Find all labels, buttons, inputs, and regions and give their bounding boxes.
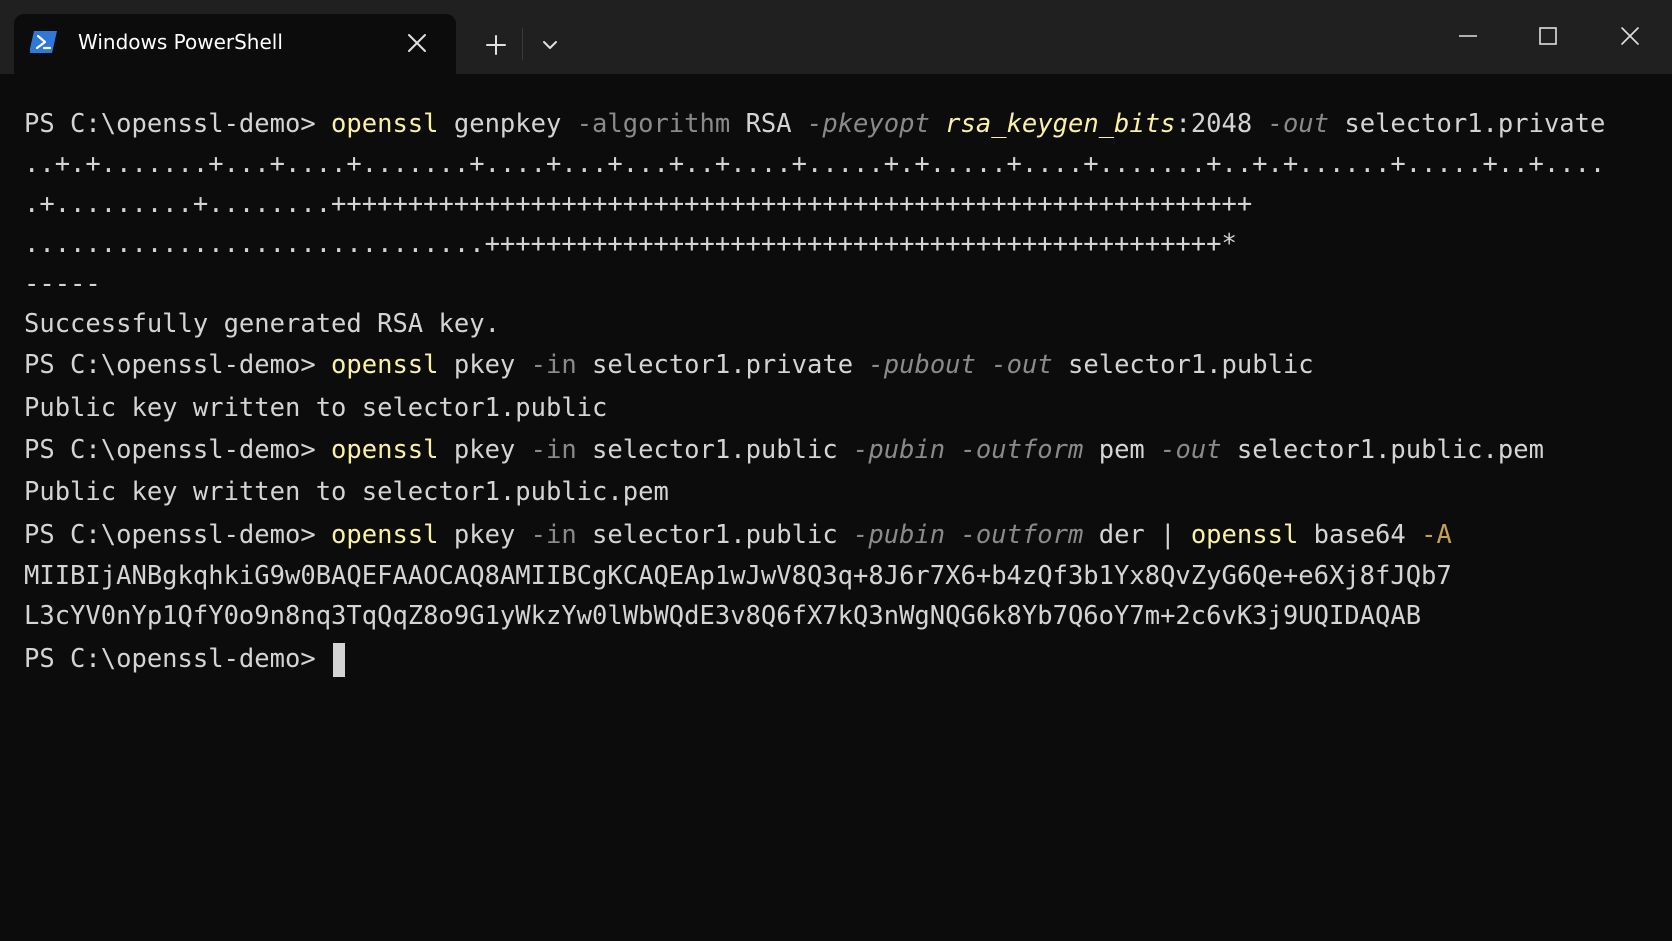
argument: selector1.private	[576, 350, 869, 380]
parameter: -out	[991, 350, 1053, 380]
prompt: PS C:\openssl-demo>	[24, 435, 332, 465]
argument: selector1.private	[1329, 109, 1606, 139]
title-bar[interactable]: Windows PowerShell	[0, 0, 1672, 74]
argument: :2048	[1175, 109, 1268, 139]
prompt: PS C:\openssl-demo>	[24, 109, 332, 139]
command-line-pkey-pem: PS C:\openssl-demo> openssl pkey -in sel…	[24, 430, 1544, 470]
minimize-icon[interactable]	[1450, 18, 1486, 54]
command-name: openssl	[331, 350, 439, 380]
powershell-icon	[30, 31, 57, 53]
subcommand: pkey	[438, 520, 531, 550]
argument: selector1.public	[576, 520, 854, 550]
output-progress-line: ..............................++++++++++…	[24, 229, 1237, 259]
argument: selector1.public.pem	[1221, 435, 1544, 465]
tab-windows-powershell[interactable]: Windows PowerShell	[14, 14, 456, 74]
output-written: Public key written to selector1.public.p…	[24, 477, 669, 507]
prompt: PS C:\openssl-demo>	[24, 644, 332, 674]
parameter: -pubout	[868, 350, 976, 380]
command-line-pkey-der: PS C:\openssl-demo> openssl pkey -in sel…	[24, 515, 1452, 555]
chevron-down-icon[interactable]	[532, 27, 568, 63]
output-progress-line: ..+.+.......+...+....+.......+....+...+.…	[24, 149, 1606, 179]
maximize-icon[interactable]	[1530, 18, 1566, 54]
argument: pem	[1083, 435, 1161, 465]
subcommand: pkey	[438, 350, 531, 380]
parameter: -in	[530, 520, 577, 550]
powershell-window: Windows PowerShell PS C:\openssl-demo> o…	[0, 0, 1672, 941]
argument: der |	[1083, 520, 1191, 550]
command-name: openssl	[331, 435, 439, 465]
parameter: -pubin	[853, 520, 946, 550]
parameter: -out	[1267, 109, 1330, 139]
prompt: PS C:\openssl-demo>	[24, 520, 332, 550]
terminal-output[interactable]: PS C:\openssl-demo> openssl genpkey -alg…	[24, 104, 1654, 924]
command-line-pkey-pubout: PS C:\openssl-demo> openssl pkey -in sel…	[24, 345, 1314, 385]
text-cursor	[333, 643, 346, 677]
argument: base64	[1298, 520, 1422, 550]
parameter: -out	[1160, 435, 1222, 465]
command-name: openssl	[331, 109, 439, 139]
parameter: -outform	[960, 520, 1084, 550]
output-written: Public key written to selector1.public	[24, 393, 608, 423]
argument: RSA	[730, 109, 807, 139]
parameter: -in	[530, 435, 577, 465]
command-line-genpkey: PS C:\openssl-demo> openssl genpkey -alg…	[24, 104, 1605, 144]
command-name: openssl	[331, 520, 439, 550]
output-base64: L3cYV0nYp1QfY0o9n8nq3TqQqZ8o9G1yWkzYw0lW…	[24, 601, 1422, 631]
command-name: openssl	[1190, 520, 1299, 550]
subcommand: pkey	[438, 435, 531, 465]
parameter: -pkeyopt	[806, 109, 930, 139]
tab-title: Windows PowerShell	[78, 30, 283, 54]
output-progress-line: .+.........+........++++++++++++++++++++…	[24, 189, 1253, 219]
tab-close-icon[interactable]	[406, 32, 428, 54]
parameter: -in	[530, 350, 577, 380]
parameter: -algorithm	[576, 109, 731, 139]
output-success: Successfully generated RSA key.	[24, 309, 500, 339]
output-dashes: -----	[24, 269, 101, 299]
close-window-icon[interactable]	[1612, 18, 1648, 54]
parameter: -outform	[960, 435, 1084, 465]
tab-separator	[522, 28, 523, 60]
subcommand: genpkey	[438, 109, 577, 139]
new-tab-plus-icon[interactable]	[478, 27, 514, 63]
parameter: -A	[1421, 520, 1452, 550]
prompt: PS C:\openssl-demo>	[24, 350, 332, 380]
parameter: -pubin	[853, 435, 946, 465]
argument: rsa_keygen_bits	[945, 109, 1176, 139]
output-base64: MIIBIjANBgkqhkiG9w0BAQEFAAOCAQ8AMIIBCgKC…	[24, 561, 1452, 591]
argument: selector1.public	[1052, 350, 1314, 380]
argument: selector1.public	[576, 435, 854, 465]
current-prompt-line[interactable]: PS C:\openssl-demo>	[24, 639, 346, 679]
